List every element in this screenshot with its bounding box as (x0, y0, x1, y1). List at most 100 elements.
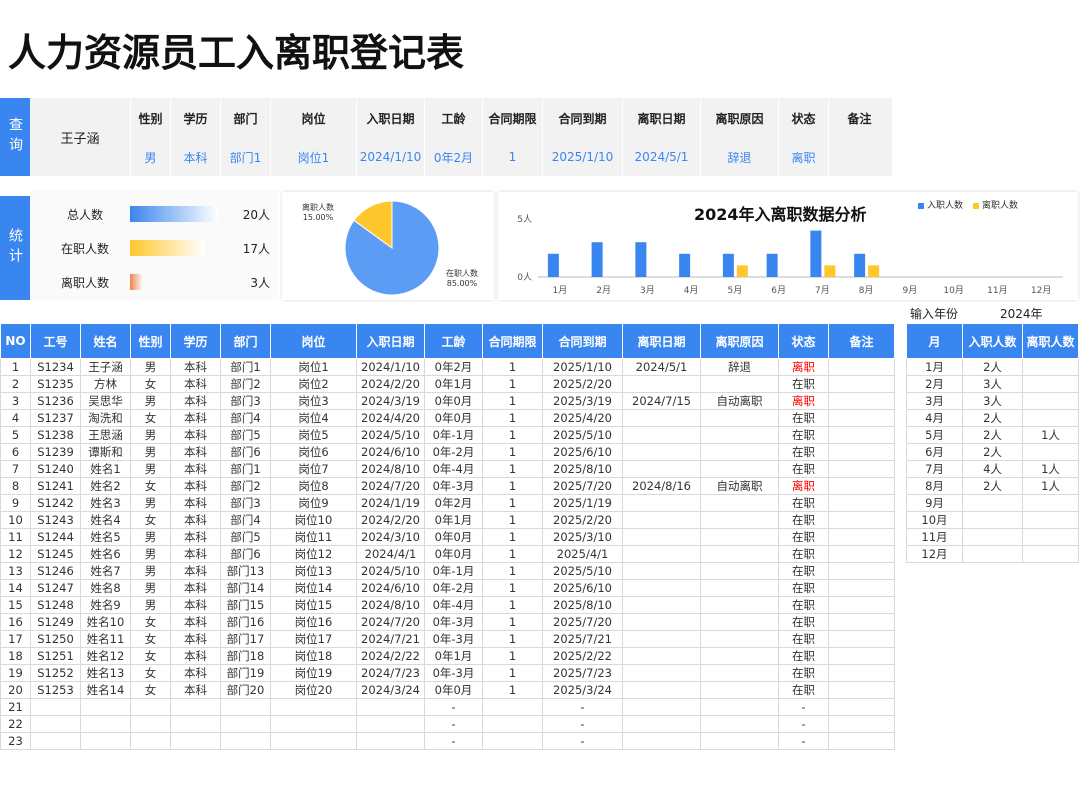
table-cell[interactable] (220, 715, 271, 733)
table-cell[interactable]: 离职 (778, 477, 829, 495)
month-cell[interactable]: 2人 (962, 443, 1023, 461)
table-row[interactable]: 4 S1237 淘洗和女本科 部门4 岗位4 2024/4/20 0年0月 1 2025/4/2… (0, 409, 895, 427)
month-cell[interactable] (1022, 494, 1079, 512)
table-cell[interactable]: 2025/5/10 (542, 562, 623, 580)
table-cell[interactable] (700, 545, 779, 563)
table-cell[interactable]: 在职 (778, 528, 829, 546)
table-cell[interactable] (828, 358, 895, 376)
table-cell[interactable]: 部门18 (220, 647, 271, 665)
table-cell[interactable]: 0年-1月 (424, 426, 483, 444)
table-cell[interactable]: 部门14 (220, 579, 271, 597)
table-cell[interactable]: 1 (482, 460, 543, 478)
table-cell[interactable]: 部门6 (220, 545, 271, 563)
table-cell[interactable] (828, 545, 895, 563)
table-cell[interactable]: 女 (130, 375, 171, 393)
table-cell[interactable]: 2025/3/10 (542, 528, 623, 546)
table-cell[interactable]: S1242 (30, 494, 81, 512)
table-cell[interactable]: 姓名9 (80, 596, 131, 614)
table-cell[interactable] (220, 698, 271, 716)
table-cell[interactable]: 2024/2/22 (356, 647, 425, 665)
table-cell[interactable]: 姓名11 (80, 630, 131, 648)
table-cell[interactable]: S1253 (30, 681, 81, 699)
table-cell[interactable]: 2024/3/19 (356, 392, 425, 410)
table-cell[interactable] (622, 375, 701, 393)
table-cell[interactable]: 2025/6/10 (542, 579, 623, 597)
table-row[interactable]: 6 S1239 谭斯和男本科 部门6 岗位6 2024/6/10 0年-2月 1 2025/6/… (0, 443, 895, 461)
table-row[interactable]: 13 S1246 姓名7 男本科 部门13 岗位13 2024/5/10 0年-1月 1 2025… (0, 562, 895, 580)
table-cell[interactable]: 2024/5/10 (356, 562, 425, 580)
table-cell[interactable]: 离职 (778, 358, 829, 376)
table-cell[interactable]: 0年-3月 (424, 477, 483, 495)
table-cell[interactable]: 0年0月 (424, 681, 483, 699)
month-cell[interactable]: 1人 (1022, 426, 1079, 444)
table-cell[interactable] (220, 732, 271, 750)
table-cell[interactable] (622, 596, 701, 614)
table-cell[interactable]: 在职 (778, 630, 829, 648)
table-cell[interactable]: 本科 (170, 528, 221, 546)
table-cell[interactable]: S1235 (30, 375, 81, 393)
table-cell[interactable]: 本科 (170, 681, 221, 699)
table-cell[interactable]: - (542, 698, 623, 716)
table-row[interactable]: 3 S1236 吴思华男本科 部门3 岗位3 2024/3/19 0年0月 1 2025/3/1… (0, 392, 895, 410)
table-cell[interactable]: 2025/2/20 (542, 375, 623, 393)
table-cell[interactable]: S1244 (30, 528, 81, 546)
table-cell[interactable]: 在职 (778, 511, 829, 529)
table-cell[interactable]: 0年0月 (424, 392, 483, 410)
table-cell[interactable]: 王子涵 (80, 358, 131, 376)
table-cell[interactable] (700, 630, 779, 648)
table-cell[interactable]: 3 (0, 392, 31, 410)
table-cell[interactable]: 2024/7/23 (356, 664, 425, 682)
table-cell[interactable]: 女 (130, 681, 171, 699)
table-row[interactable]: 9 S1242 姓名3 男本科 部门3 岗位9 2024/1/19 0年2月 1 2025/1/1… (0, 494, 895, 512)
table-cell[interactable]: 0年-2月 (424, 443, 483, 461)
table-cell[interactable]: 1 (482, 562, 543, 580)
table-cell[interactable]: 0年-3月 (424, 664, 483, 682)
table-cell[interactable]: 本科 (170, 511, 221, 529)
table-cell[interactable]: 2024/8/10 (356, 596, 425, 614)
table-cell[interactable]: 姓名14 (80, 681, 131, 699)
table-cell[interactable]: 在职 (778, 647, 829, 665)
table-header-cell[interactable]: 岗位 (270, 323, 357, 359)
table-cell[interactable]: 1 (482, 494, 543, 512)
table-cell[interactable] (828, 426, 895, 444)
table-cell[interactable]: 0年-4月 (424, 596, 483, 614)
table-cell[interactable] (622, 511, 701, 529)
table-cell[interactable]: 姓名10 (80, 613, 131, 631)
table-cell[interactable]: 男 (130, 460, 171, 478)
table-cell[interactable] (828, 494, 895, 512)
table-cell[interactable]: 1 (482, 596, 543, 614)
table-cell[interactable] (622, 613, 701, 631)
table-cell[interactable]: 本科 (170, 358, 221, 376)
table-cell[interactable]: 20 (0, 681, 31, 699)
table-cell[interactable] (700, 494, 779, 512)
table-cell[interactable] (270, 715, 357, 733)
table-cell[interactable]: 女 (130, 409, 171, 427)
table-cell[interactable]: 吴思华 (80, 392, 131, 410)
table-row[interactable]: 18 S1251 姓名12 女本科 部门18 岗位18 2024/2/22 0年1月 1 2025… (0, 647, 895, 665)
table-cell[interactable]: 岗位19 (270, 664, 357, 682)
table-cell[interactable]: S1246 (30, 562, 81, 580)
table-cell[interactable]: 岗位6 (270, 443, 357, 461)
table-header-cell[interactable]: 姓名 (80, 323, 131, 359)
table-cell[interactable]: S1245 (30, 545, 81, 563)
table-cell[interactable]: 部门16 (220, 613, 271, 631)
table-cell[interactable]: 淘洗和 (80, 409, 131, 427)
table-cell[interactable]: 本科 (170, 494, 221, 512)
table-cell[interactable] (622, 562, 701, 580)
table-cell[interactable]: 在职 (778, 460, 829, 478)
table-cell[interactable]: 0年1月 (424, 375, 483, 393)
table-cell[interactable]: 2025/2/22 (542, 647, 623, 665)
table-cell[interactable]: S1240 (30, 460, 81, 478)
month-cell[interactable]: 4人 (962, 460, 1023, 478)
month-cell[interactable]: 2人 (962, 358, 1023, 376)
table-cell[interactable] (622, 732, 701, 750)
table-cell[interactable]: 本科 (170, 545, 221, 563)
table-cell[interactable] (622, 579, 701, 597)
table-cell[interactable]: 方林 (80, 375, 131, 393)
table-cell[interactable]: 2025/7/23 (542, 664, 623, 682)
table-cell[interactable] (622, 494, 701, 512)
table-cell[interactable] (270, 698, 357, 716)
table-cell[interactable]: 部门1 (220, 460, 271, 478)
table-cell[interactable] (828, 715, 895, 733)
table-cell[interactable]: 2024/1/19 (356, 494, 425, 512)
